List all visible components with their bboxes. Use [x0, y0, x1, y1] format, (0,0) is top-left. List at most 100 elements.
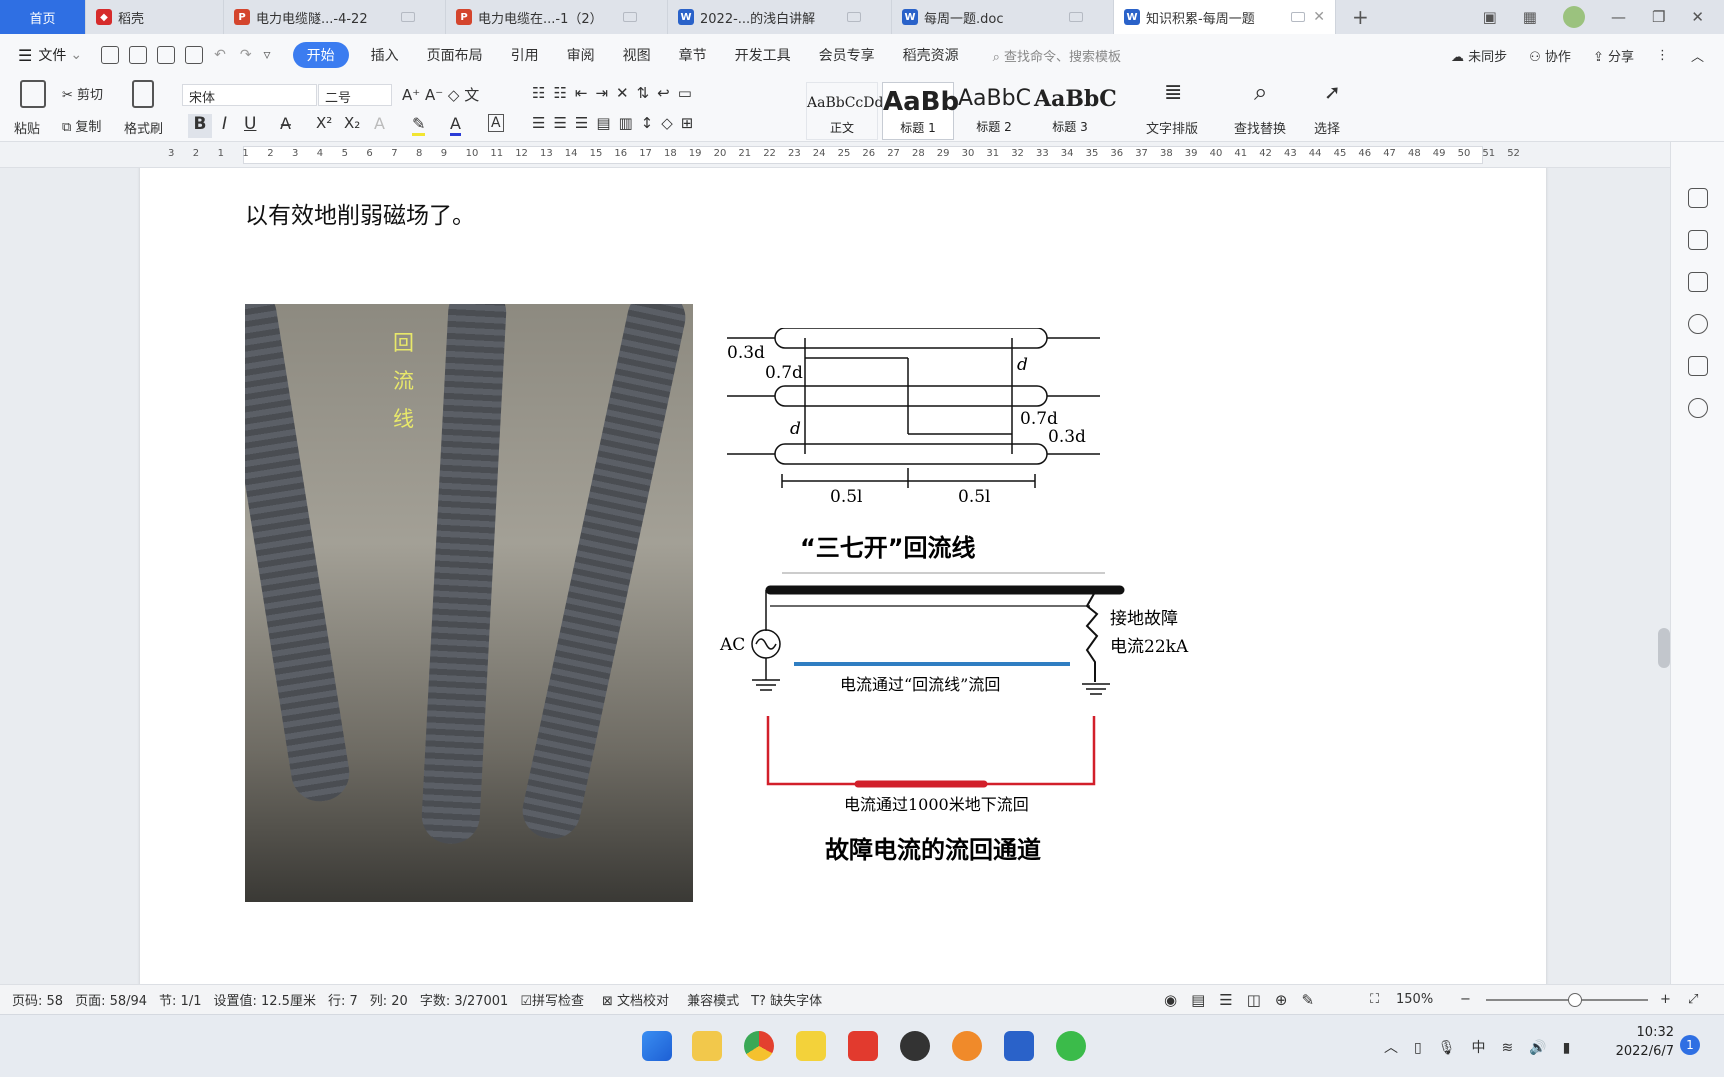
cursor-icon[interactable]	[1687, 230, 1708, 250]
close-window-icon[interactable]: ✕	[1691, 8, 1704, 26]
tab-doc-2[interactable]: P 电力电缆在...-1（2）	[446, 0, 668, 34]
paste-button[interactable]: 粘贴	[14, 118, 40, 137]
page-count[interactable]: 页面: 58/94	[75, 990, 147, 1009]
start-icon[interactable]	[642, 1031, 672, 1061]
tab-chapter[interactable]: 章节	[679, 45, 707, 65]
help-icon[interactable]	[1687, 314, 1708, 334]
command-search[interactable]: ⌕ 查找命令、搜索模板	[993, 46, 1121, 65]
close-tab-icon[interactable]: ✕	[1313, 9, 1325, 25]
style-heading-2[interactable]: AaBbC 标题 2	[958, 82, 1031, 140]
image-tool-icon[interactable]	[1687, 356, 1708, 376]
preview-icon[interactable]	[185, 46, 204, 64]
highlight-icon[interactable]: ✎	[412, 114, 426, 136]
tab-developer[interactable]: 开发工具	[735, 45, 791, 65]
davinci-icon[interactable]	[900, 1031, 930, 1061]
chevron-down-icon[interactable]: ⌄	[70, 47, 82, 63]
tab-review[interactable]: 审阅	[567, 45, 595, 65]
align-icons[interactable]: ☰☰☰▤▥↕◇⊞	[532, 114, 701, 132]
tab-insert[interactable]: 插入	[371, 45, 399, 65]
share-button[interactable]: ⇪ 分享	[1593, 46, 1634, 65]
style-heading-1[interactable]: AaBb 标题 1	[882, 82, 959, 140]
collapse-ribbon-icon[interactable]: ︿	[1691, 46, 1704, 65]
format-painter-icon[interactable]	[132, 80, 154, 108]
tab-member[interactable]: 会员专享	[819, 45, 875, 65]
clock[interactable]: 10:32 2022/6/7	[1614, 1025, 1674, 1059]
tab-daoke[interactable]: ◆ 稻壳	[86, 0, 224, 34]
tab-doc-1[interactable]: P 电力电缆隧...-4-22	[224, 0, 446, 34]
zoom-in-icon[interactable]: +	[1660, 992, 1671, 1007]
more-icon[interactable]: ⋮	[1656, 48, 1669, 63]
customize-icon[interactable]: ▿	[264, 47, 271, 63]
strikethrough-icon[interactable]: A̶	[280, 114, 291, 133]
wechat-icon[interactable]	[1056, 1031, 1086, 1061]
proofread-button[interactable]: ⊠ 文档校对	[602, 990, 669, 1009]
text-layout-button[interactable]: 文字排版	[1146, 118, 1198, 137]
fit-icon[interactable]: ⛶	[1370, 992, 1379, 1007]
word-app-icon[interactable]	[1004, 1031, 1034, 1061]
paste-icon[interactable]	[20, 80, 46, 108]
sliders-icon[interactable]	[1687, 272, 1708, 292]
style-heading-3[interactable]: AaBbC 标题 3	[1034, 82, 1117, 140]
export-icon[interactable]	[129, 46, 148, 64]
minimize-icon[interactable]: —	[1611, 8, 1626, 26]
find-replace-button[interactable]: 查找替换	[1234, 118, 1286, 137]
zoom-slider[interactable]	[1486, 999, 1648, 1001]
tab-doc-3[interactable]: W 2022-...的浅白讲解	[668, 0, 892, 34]
tab-home[interactable]: 首页	[0, 0, 86, 34]
pen-icon[interactable]	[1687, 188, 1708, 208]
spell-check-button[interactable]: ☑拼写检查	[520, 990, 584, 1009]
copy-button[interactable]: ⧉ 复制	[62, 116, 101, 135]
vertical-scrollbar[interactable]	[1658, 628, 1670, 668]
list-icons[interactable]: ☷☷⇤⇥✕⇅↩▭	[532, 84, 700, 102]
missing-font-button[interactable]: T? 缺失字体	[751, 990, 822, 1009]
tab-home-ribbon[interactable]: 开始	[292, 42, 349, 68]
zoom-level[interactable]: 150%	[1396, 992, 1433, 1007]
font-family-select[interactable]: 宋体	[182, 84, 317, 106]
notification-badge[interactable]: 1	[1680, 1035, 1700, 1055]
apps-grid-icon[interactable]: ▦	[1523, 8, 1537, 26]
document-canvas[interactable]: 以有效地削弱磁场了。 回 流 线 0.3d 0.7d d d 0.7d 0.3d…	[0, 168, 1724, 984]
cable-photo[interactable]: 回 流 线	[245, 304, 693, 902]
subscript-icon[interactable]: X₂	[344, 114, 360, 132]
bold-icon[interactable]: B	[188, 114, 212, 138]
tab-layout[interactable]: 页面布局	[427, 45, 483, 65]
tab-doc-4[interactable]: W 每周一题.doc	[892, 0, 1114, 34]
hamburger-icon[interactable]: ☰	[18, 46, 32, 65]
restore-icon[interactable]: ❐	[1652, 8, 1665, 26]
select-button[interactable]: 选择	[1314, 118, 1340, 137]
superscript-icon[interactable]: X²	[316, 114, 332, 132]
tab-doc-active[interactable]: W 知识积累-每周一题 ✕	[1114, 0, 1336, 34]
zoom-out-icon[interactable]: −	[1460, 992, 1471, 1007]
wps-icon[interactable]	[848, 1031, 878, 1061]
print-icon[interactable]	[157, 46, 176, 64]
layout-icon[interactable]: ▣	[1483, 8, 1497, 26]
zoom-slider-handle[interactable]	[1568, 993, 1582, 1007]
spark-icon[interactable]	[1687, 398, 1708, 418]
tab-daoke-resources[interactable]: 稻壳资源	[903, 45, 959, 65]
tray-icons[interactable]: ︿▯🎙中≋🔊▮	[1384, 1037, 1586, 1057]
file-menu[interactable]: 文件	[38, 45, 66, 65]
word-count[interactable]: 字数: 3/27001	[420, 990, 509, 1009]
redo-icon[interactable]: ↷	[240, 47, 252, 63]
cut-button[interactable]: ✂ 剪切	[62, 84, 103, 103]
file-explorer-icon[interactable]	[692, 1031, 722, 1061]
new-tab-icon[interactable]: +	[1352, 0, 1369, 34]
player-icon[interactable]	[796, 1031, 826, 1061]
undo-icon[interactable]: ↶	[214, 47, 226, 63]
avatar[interactable]	[1562, 6, 1585, 28]
char-border-icon[interactable]: A	[488, 114, 504, 132]
text-effect-icon[interactable]: A	[374, 114, 385, 133]
search-tool-icon[interactable]	[952, 1031, 982, 1061]
grow-font-icon[interactable]: A⁺ A⁻ ◇ 文	[402, 84, 479, 105]
underline-icon[interactable]: U	[244, 114, 256, 134]
save-icon[interactable]	[101, 46, 120, 64]
horizontal-ruler[interactable]: 3 2 1 1 2 3 4 5 6 7 8 9 10 11 12 13 14 15 16 17 18 19 20 21 22 23…	[0, 142, 1724, 168]
tab-references[interactable]: 引用	[511, 45, 539, 65]
font-color-icon[interactable]: A	[450, 114, 461, 136]
italic-icon[interactable]: I	[222, 114, 227, 134]
fullscreen-icon[interactable]: ⤢	[1688, 992, 1698, 1007]
sync-button[interactable]: ☁ 未同步	[1451, 46, 1507, 65]
view-mode-icons[interactable]: ◉▤☰◫⊕✎	[1164, 991, 1328, 1009]
collaborate-button[interactable]: ⚇ 协作	[1529, 46, 1571, 65]
format-painter-button[interactable]: 格式刷	[124, 118, 163, 137]
